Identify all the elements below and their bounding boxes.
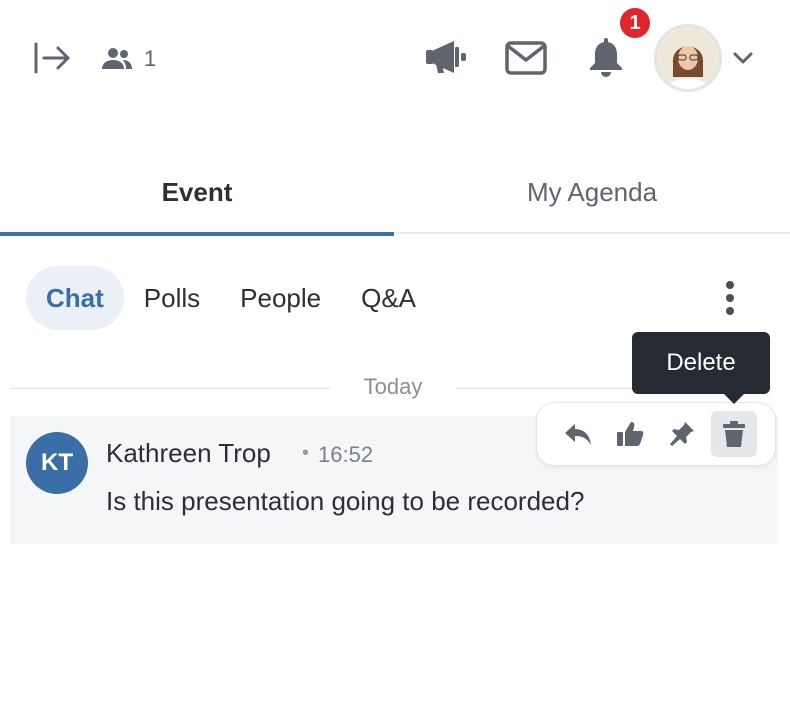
notification-badge: 1 <box>618 6 652 40</box>
mail-icon[interactable] <box>502 38 550 78</box>
participant-count: 1 <box>144 46 157 71</box>
user-avatar[interactable] <box>654 24 722 92</box>
sub-tabs: Chat Polls People Q&A <box>26 266 436 330</box>
top-bar: 1 1 <box>0 0 790 118</box>
message-author-avatar[interactable]: KT <box>26 432 88 494</box>
people-icon <box>100 46 134 72</box>
megaphone-icon[interactable] <box>422 36 470 78</box>
subtab-polls[interactable]: Polls <box>124 266 220 330</box>
date-separator: Today <box>363 374 423 399</box>
date-divider-left <box>10 388 330 389</box>
thumbs-up-icon[interactable] <box>607 411 653 457</box>
message-text: Is this presentation going to be recorde… <box>106 486 585 516</box>
subtab-chat[interactable]: Chat <box>26 266 124 330</box>
main-tabs: Event My Agenda <box>0 150 790 236</box>
trash-icon[interactable] <box>711 411 757 457</box>
subtab-people[interactable]: People <box>220 266 341 330</box>
reply-icon[interactable] <box>555 411 601 457</box>
chevron-down-icon[interactable] <box>728 44 758 72</box>
message-author[interactable]: Kathreen Trop <box>106 438 271 469</box>
message-time: 16:52 <box>318 442 374 467</box>
expand-panel-icon[interactable] <box>30 40 74 76</box>
tab-event[interactable]: Event <box>0 150 394 236</box>
message-separator-dot: • <box>302 442 310 464</box>
subtab-qa[interactable]: Q&A <box>341 266 436 330</box>
delete-tooltip: Delete <box>632 332 770 404</box>
tab-my-agenda[interactable]: My Agenda <box>394 150 790 234</box>
pin-icon[interactable] <box>659 411 705 457</box>
bell-icon[interactable] <box>584 36 628 80</box>
message-actions-toolbar <box>536 402 776 466</box>
date-divider-right <box>456 388 632 389</box>
more-options-icon[interactable] <box>712 278 748 318</box>
